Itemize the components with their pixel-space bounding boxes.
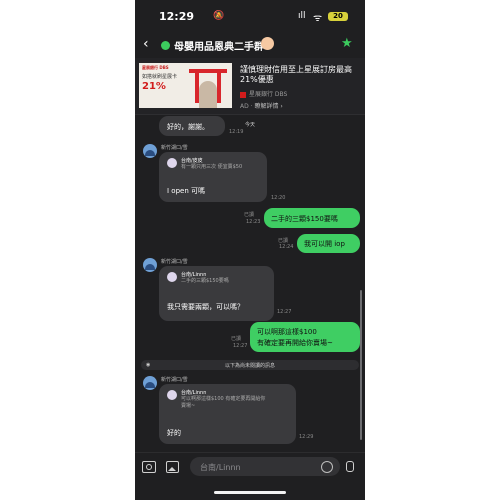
message-bubble[interactable]: 好的，謝謝。: [159, 116, 225, 136]
chat-header: ‹ 母嬰用品恩典二手群 ★: [135, 34, 365, 58]
message-field-container[interactable]: [190, 457, 340, 478]
sent-message-bubble[interactable]: 二手的三顆$150要嗎: [264, 208, 360, 228]
ad-image[interactable]: 星展銀行 DBS 如搭就刷星展卡 21%: [139, 63, 232, 108]
status-bar: 12:29 🔕 ıll ᯤ 20: [135, 0, 365, 34]
reply-message-bubble[interactable]: 台南/皮皮 有一顆只用三次 便宜賣$50 I open 可嗎: [159, 152, 267, 202]
message-date: 今天: [245, 122, 256, 128]
emoji-icon[interactable]: [321, 461, 333, 473]
ad-label: AD ·: [240, 103, 255, 110]
message-time: 12:29: [299, 434, 314, 440]
quoted-text: 有一顆只用三次 便宜賣$50: [181, 164, 243, 170]
message-time: 12:27: [277, 309, 292, 315]
quoted-name: 台南/Linnn: [181, 272, 207, 278]
mute-bell-icon: 🔕: [213, 11, 225, 21]
status-time: 12:29: [159, 10, 195, 23]
quoted-text: 二手的三顆$150要嗎: [181, 278, 229, 284]
message-text: 我只需要兩顆，可以嗎？: [167, 303, 244, 311]
message-input[interactable]: [198, 457, 322, 478]
message-text: 好的: [167, 429, 181, 437]
reply-message-bubble[interactable]: 台南/Linnn 可以啊那這樣$100 有確定要再開給你 賣場~ 好的: [159, 384, 296, 444]
message-text: 二手的三顆$150要嗎: [271, 215, 338, 223]
message-text: 好的，謝謝。: [167, 123, 209, 131]
ad-learn-more-link[interactable]: 瞭解詳情 ›: [254, 103, 282, 110]
wifi-icon: ᯤ: [313, 13, 323, 24]
message-time: 12:24: [279, 244, 294, 250]
message-text: I open 可嗎: [167, 187, 205, 195]
ad-banner[interactable]: 星展銀行 DBS 如搭就刷星展卡 21% 謹慎理財信用至上星展訂房最高21%優惠…: [135, 58, 365, 115]
microphone-icon[interactable]: [346, 461, 354, 472]
unread-divider: ◉ 以下為尚未閱讀的訊息: [141, 360, 359, 370]
read-receipt: 已讀: [244, 212, 255, 218]
signal-icon: ıll: [298, 11, 306, 21]
message-time: 12:23: [246, 219, 261, 225]
message-time: 12:20: [271, 195, 286, 201]
message-input-bar: [135, 452, 365, 483]
ad-image-percent: 21%: [142, 81, 166, 92]
sender-name: 新竹湖口/雪: [161, 377, 188, 383]
ad-title[interactable]: 謹慎理財信用至上星展訂房最高21%優惠: [240, 65, 362, 85]
ad-image-line: 如搭就刷星展卡: [142, 74, 178, 80]
quoted-avatar: [167, 390, 177, 400]
sender-name: 新竹湖口/雪: [161, 145, 188, 151]
avatar[interactable]: [143, 144, 157, 158]
camera-icon[interactable]: [142, 461, 156, 473]
quoted-text-line: 賣場~: [181, 403, 196, 409]
avatar[interactable]: [143, 376, 157, 390]
reply-message-bubble[interactable]: 台南/Linnn 二手的三顆$150要嗎 我只需要兩顆，可以嗎？: [159, 266, 274, 321]
quoted-name: 台南/皮皮: [181, 158, 203, 164]
quoted-avatar: [167, 272, 177, 282]
sent-message-bubble[interactable]: 可以啊那這樣$100 有確定要再開給你賣場~: [250, 322, 360, 352]
quoted-text-line: 可以啊那這樣$100 有確定要再開給你: [181, 396, 266, 402]
dbs-logo-icon: [240, 91, 246, 98]
chat-area[interactable]: 好的，謝謝。 今天 12:19 新竹湖口/雪 台南/皮皮 有一顆只用三次 便宜賣…: [135, 114, 365, 452]
chat-title[interactable]: 母嬰用品恩典二手群: [174, 38, 264, 53]
ad-people-image: [199, 81, 217, 108]
sender-name: 新竹湖口/雪: [161, 259, 188, 265]
unread-divider-text: 以下為尚未閱讀的訊息: [224, 363, 275, 369]
ad-image-brand: 星展銀行 DBS: [142, 65, 169, 70]
message-time: 12:19: [229, 129, 244, 135]
home-indicator[interactable]: [214, 491, 286, 494]
star-icon[interactable]: ★: [341, 36, 353, 51]
phone-screen: 12:29 🔕 ıll ᯤ 20 ‹ 母嬰用品恩典二手群 ★ 星展銀行 DBS …: [135, 0, 365, 500]
sent-message-bubble[interactable]: 我可以開 iop: [297, 234, 360, 253]
ad-bank-name: 星展銀行 DBS: [249, 91, 288, 98]
battery-icon: 20: [328, 12, 348, 21]
group-status-icon: [161, 41, 170, 50]
read-receipt: 已讀: [231, 336, 242, 342]
ad-bank: 星展銀行 DBS: [240, 89, 287, 98]
message-text: 我可以開 iop: [304, 240, 345, 248]
back-arrow-icon[interactable]: ‹: [143, 36, 149, 52]
message-text-line: 可以啊那這樣$100: [257, 328, 317, 336]
quoted-avatar: [167, 158, 177, 168]
avatar[interactable]: [143, 258, 157, 272]
quoted-name: 台南/Linnn: [181, 390, 207, 396]
ad-footer: AD · 瞭解詳情 ›: [240, 101, 283, 110]
image-icon[interactable]: [166, 461, 179, 473]
message-text-line: 有確定要再開給你賣場~: [257, 339, 333, 347]
message-time: 12:27: [233, 343, 248, 349]
baby-face-icon: [261, 37, 274, 50]
chat-scrollbar[interactable]: [360, 290, 362, 440]
